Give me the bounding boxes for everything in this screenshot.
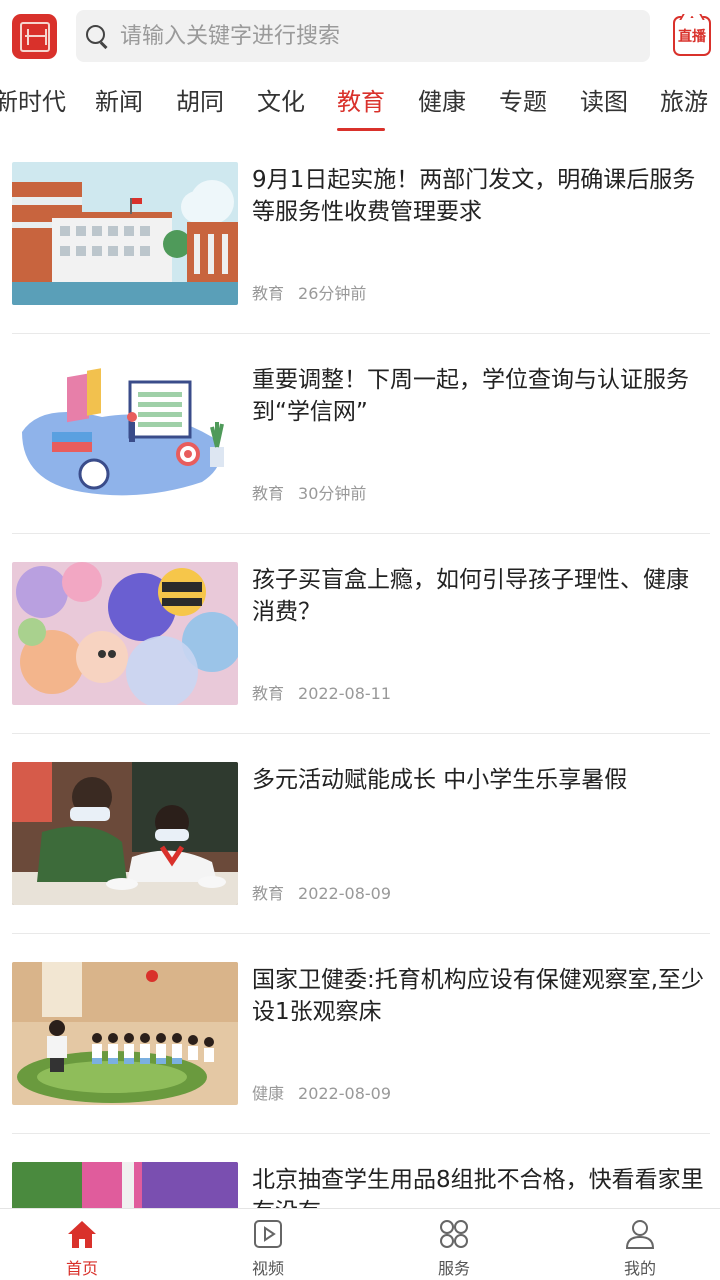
home-icon [65,1217,99,1251]
news-category: 健康 [252,1084,285,1103]
news-category: 教育 [252,284,285,303]
news-title: 北京抽查学生用品8组批不合格，快看看家里有没有 [252,1167,704,1208]
nav-video[interactable]: 视频 [218,1217,318,1279]
category-tabs: 新时代 新闻 胡同 文化 教育 健康 专题 读图 旅游 [0,74,720,134]
nav-home-label: 首页 [65,1259,98,1278]
news-title: 国家卫健委:托育机构应设有保健观察室,至少设1张观察床 [252,967,705,1025]
services-icon [437,1217,471,1251]
news-meta: 教育 26分钟前 [252,280,366,304]
tab-hutong[interactable]: 胡同 [176,82,224,130]
nav-home[interactable]: 首页 [32,1217,132,1279]
news-time: 2022-08-09 [298,1084,391,1103]
news-list: 9月1日起实施！两部门发文，明确课后服务等服务性收费管理要求 教育 26分钟前 [0,134,720,1208]
news-title: 9月1日起实施！两部门发文，明确课后服务等服务性收费管理要求 [252,167,696,225]
news-category: 教育 [252,484,285,503]
tab-new-era[interactable]: 新时代 [0,82,66,130]
news-title: 重要调整！下周一起，学位查询与认证服务到“学信网” [252,367,689,425]
news-item[interactable]: 重要调整！下周一起，学位查询与认证服务到“学信网” 教育 30分钟前 [12,334,710,534]
bottom-nav: 首页 视频 服务 我的 [0,1208,720,1280]
tab-travel[interactable]: 旅游 [660,82,708,130]
news-meta: 教育 30分钟前 [252,480,366,504]
nav-profile-label: 我的 [623,1259,656,1278]
nav-services-label: 服务 [437,1259,470,1278]
nav-services[interactable]: 服务 [404,1217,504,1279]
news-thumbnail [12,762,238,905]
news-item[interactable]: 多元活动赋能成长 中小学生乐享暑假 教育 2022-08-09 [12,734,710,934]
tab-pictures[interactable]: 读图 [580,82,628,130]
news-thumbnail [12,562,238,705]
search-bar[interactable] [76,10,650,62]
live-button[interactable]: 直播 [673,16,711,56]
nav-profile[interactable]: 我的 [590,1217,690,1279]
news-item[interactable]: 国家卫健委:托育机构应设有保健观察室,至少设1张观察床 健康 2022-08-09 [12,934,710,1134]
news-time: 2022-08-11 [298,684,391,703]
news-item[interactable]: 北京抽查学生用品8组批不合格，快看看家里有没有 [12,1134,710,1208]
news-meta: 教育 2022-08-09 [252,880,391,904]
search-input[interactable] [120,23,640,49]
tab-health[interactable]: 健康 [418,82,466,130]
logo-mark-icon [19,21,50,52]
app-logo[interactable] [12,14,57,59]
news-meta: 教育 2022-08-11 [252,680,391,704]
tab-news[interactable]: 新闻 [95,82,143,130]
news-category: 教育 [252,684,285,703]
news-time: 30分钟前 [298,484,367,503]
header: 直播 [0,0,720,74]
tab-topics[interactable]: 专题 [499,82,547,130]
news-thumbnail [12,162,238,305]
news-time: 2022-08-09 [298,884,391,903]
live-label: 直播 [678,29,706,45]
news-thumbnail [12,362,238,505]
profile-icon [623,1217,657,1251]
news-title: 多元活动赋能成长 中小学生乐享暑假 [252,767,628,793]
video-icon [251,1217,285,1251]
news-category: 教育 [252,884,285,903]
news-meta: 健康 2022-08-09 [252,1080,391,1104]
news-title: 孩子买盲盒上瘾，如何引导孩子理性、健康消费？ [252,567,689,625]
news-thumbnail [12,1162,238,1208]
tab-education[interactable]: 教育 [337,82,385,131]
nav-video-label: 视频 [251,1259,284,1278]
news-item[interactable]: 孩子买盲盒上瘾，如何引导孩子理性、健康消费？ 教育 2022-08-11 [12,534,710,734]
news-time: 26分钟前 [298,284,367,303]
search-icon [86,25,108,47]
news-item[interactable]: 9月1日起实施！两部门发文，明确课后服务等服务性收费管理要求 教育 26分钟前 [12,134,710,334]
news-thumbnail [12,962,238,1105]
tab-culture[interactable]: 文化 [257,82,305,130]
